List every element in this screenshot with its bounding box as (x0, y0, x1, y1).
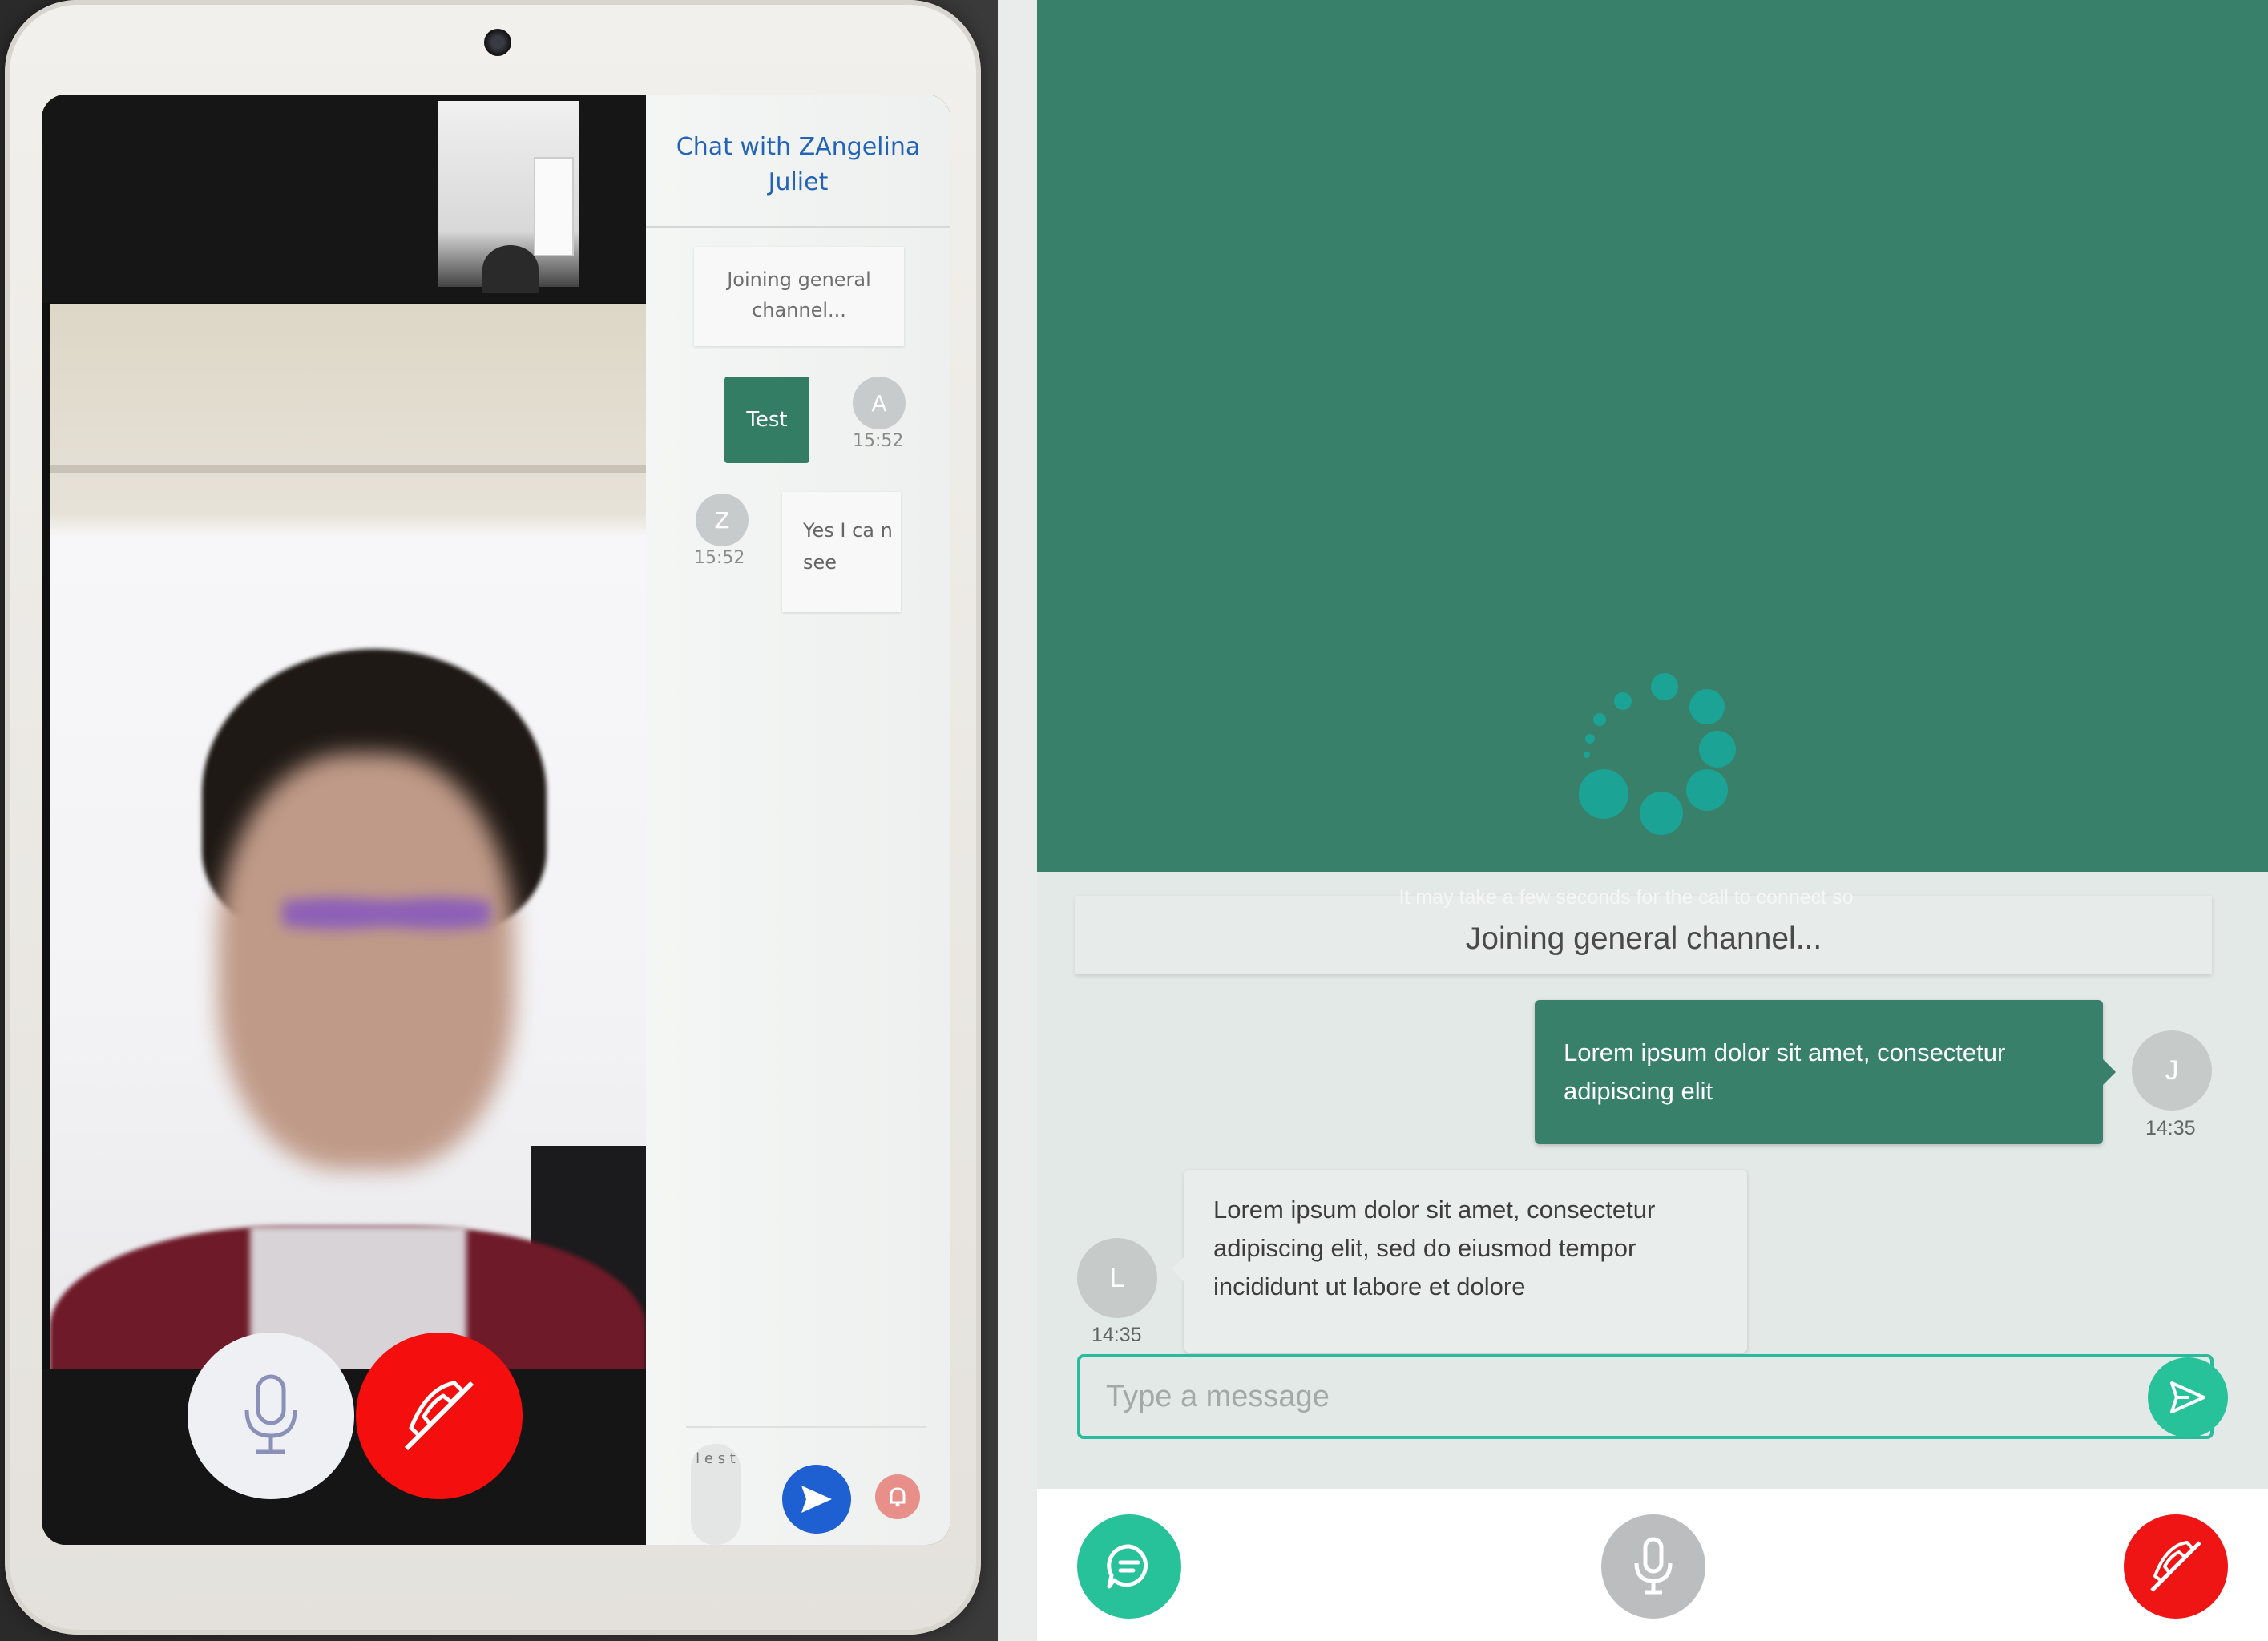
spinner-dot (1614, 692, 1632, 710)
connect-hint: It may take a few seconds for the call t… (1398, 886, 1854, 909)
chat-toggle-button[interactable] (1077, 1514, 1181, 1619)
video-call-app: Joining general channel... It may take a… (1037, 0, 2268, 1641)
loading-spinner (1579, 673, 1771, 865)
self-view-head (482, 245, 539, 293)
divider (646, 226, 950, 228)
spinner-dot (1640, 792, 1683, 835)
send-button[interactable] (782, 1465, 851, 1534)
remote-video (50, 304, 646, 1466)
person-eyes-blurred (282, 881, 490, 945)
message-time: 15:52 (853, 431, 904, 451)
hangup-button[interactable] (2124, 1514, 2228, 1619)
air-conditioner (534, 157, 574, 256)
avatar: J (2132, 1030, 2212, 1111)
chat-title: Chat with ZAngelina Juliet (676, 133, 921, 196)
send-icon (2170, 1381, 2205, 1413)
bell-icon (890, 1487, 906, 1507)
mute-button[interactable] (188, 1333, 354, 1499)
send-icon (801, 1486, 832, 1513)
video-area (1037, 0, 2268, 872)
outgoing-message: Lorem ipsum dolor sit amet, consectetur … (1535, 1000, 2103, 1144)
chat-panel: Chat with ZAngelina Juliet Joining gener… (646, 95, 950, 1545)
incoming-message: Yes I ca n see (782, 492, 901, 612)
incoming-message: Lorem ipsum dolor sit amet, consectetur … (1184, 1170, 1747, 1353)
divider (686, 1426, 926, 1428)
phone-hangup-icon (404, 1381, 474, 1451)
spinner-dot (1686, 769, 1728, 811)
spinner-dot (1584, 752, 1590, 758)
outgoing-message: Test (724, 377, 809, 463)
spinner-dot (1699, 731, 1736, 768)
message-input[interactable]: l e s t (691, 1444, 741, 1545)
spinner-dot (1579, 769, 1628, 819)
tablet-screen: Chat with ZAngelina Juliet Joining gener… (42, 95, 950, 1545)
avatar: Z (696, 494, 749, 546)
notification-button[interactable] (875, 1474, 920, 1519)
spinner-dot (1651, 673, 1678, 700)
message-time: 14:35 (1092, 1324, 1142, 1346)
message-time: 15:52 (694, 548, 745, 568)
spinner-dot (1593, 713, 1606, 726)
send-button[interactable] (2148, 1357, 2228, 1437)
hangup-button[interactable] (356, 1333, 523, 1499)
self-view-video (438, 101, 579, 293)
mute-button[interactable] (1601, 1514, 1705, 1619)
bubble-tail (2103, 1059, 2116, 1085)
bubble-tail (1172, 1256, 1184, 1282)
front-camera (484, 29, 511, 56)
message-input[interactable] (1077, 1354, 2214, 1439)
avatar: L (1077, 1238, 1157, 1318)
system-message: Joining general channel... (694, 247, 904, 346)
message-time: 14:35 (2145, 1117, 2196, 1139)
person-face-blurred (218, 753, 515, 1170)
mic-icon (244, 1374, 297, 1454)
chat-icon (1107, 1544, 1148, 1589)
spinner-dot (1689, 689, 1725, 724)
avatar: A (853, 377, 906, 429)
remote-video-top (42, 95, 646, 303)
spinner-dot (1585, 734, 1595, 744)
phone-hangup-icon (2150, 1541, 2201, 1592)
call-controls-bar (1037, 1489, 2268, 1641)
mic-icon (1634, 1537, 1673, 1595)
wall-edge (50, 465, 646, 473)
tablet-frame: Chat with ZAngelina Juliet Joining gener… (5, 0, 981, 1635)
tablet-photo: Chat with ZAngelina Juliet Joining gener… (0, 0, 998, 1641)
